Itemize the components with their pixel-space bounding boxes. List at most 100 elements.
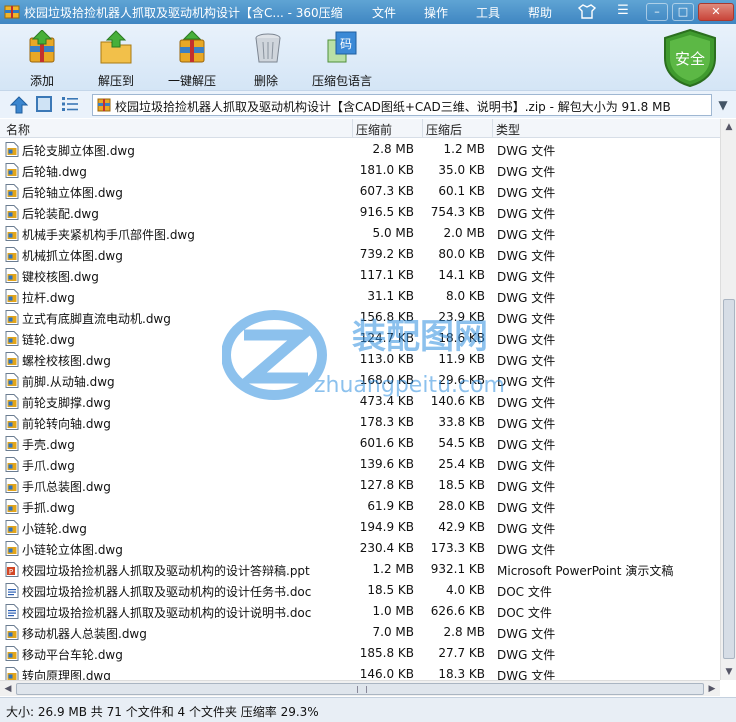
horizontal-scroll-thumb[interactable] (16, 683, 704, 695)
file-name: 键校核图.dwg (22, 270, 99, 284)
dwg-file-icon (5, 205, 19, 220)
file-type: DOC 文件 (497, 585, 552, 599)
file-size-after: 28.0 KB (438, 499, 485, 513)
file-row[interactable]: 校园垃圾拾捡机器人抓取及驱动机构的设计任务书.doc 18.5 KB 4.0 KB D… (0, 580, 720, 601)
one-key-extract-button[interactable]: 一键解压 (166, 30, 218, 89)
file-size-before: 2.8 MB (372, 142, 414, 156)
file-row[interactable]: 手壳.dwg 601.6 KB 54.5 KB DWG 文件 (0, 433, 720, 454)
file-type: DWG 文件 (497, 543, 556, 557)
column-divider[interactable] (492, 119, 493, 138)
scroll-up-icon[interactable]: ▲ (721, 119, 736, 135)
zip-icon (97, 98, 111, 112)
menu-file[interactable]: 文件 (372, 4, 396, 21)
menu-help[interactable]: 帮助 (528, 4, 552, 21)
dwg-file-icon (5, 289, 19, 304)
column-divider[interactable] (352, 119, 353, 138)
file-size-after: 11.9 KB (438, 352, 485, 366)
file-type: DWG 文件 (497, 396, 556, 410)
file-row[interactable]: 螺栓校核图.dwg 113.0 KB 11.9 KB DWG 文件 (0, 349, 720, 370)
close-button[interactable]: ✕ (698, 3, 734, 21)
file-name: 手爪总装图.dwg (22, 480, 111, 494)
file-size-after: 14.1 KB (438, 268, 485, 282)
file-row[interactable]: 手抓.dwg 61.9 KB 28.0 KB DWG 文件 (0, 496, 720, 517)
file-row[interactable]: P 校园垃圾拾捡机器人抓取及驱动机构的设计答辩稿.ppt 1.2 MB 932.1 K… (0, 559, 720, 580)
column-divider[interactable] (422, 119, 423, 138)
horizontal-scrollbar[interactable]: ◀ ▶ (0, 680, 720, 696)
doc-file-icon (5, 604, 19, 619)
file-name: 机械手夹紧机构手爪部件图.dwg (22, 228, 195, 242)
file-row[interactable]: 后轮支脚立体图.dwg 2.8 MB 1.2 MB DWG 文件 (0, 139, 720, 160)
file-name: 后轮轴.dwg (22, 165, 87, 179)
file-row[interactable]: 转向原理图.dwg 146.0 KB 18.3 KB DWG 文件 (0, 664, 720, 680)
file-size-before: 178.3 KB (359, 415, 414, 429)
file-row[interactable]: 前轮转向轴.dwg 178.3 KB 33.8 KB DWG 文件 (0, 412, 720, 433)
vertical-scrollbar[interactable]: ▲ ▼ (720, 119, 736, 680)
security-shield-icon[interactable]: 安全 (660, 28, 720, 88)
file-type: DWG 文件 (497, 144, 556, 158)
file-row[interactable]: 后轮轴立体图.dwg 607.3 KB 60.1 KB DWG 文件 (0, 181, 720, 202)
main-menu-icon[interactable]: ☰ (612, 3, 634, 21)
file-row[interactable]: 机械抓立体图.dwg 739.2 KB 80.0 KB DWG 文件 (0, 244, 720, 265)
add-archive-icon (29, 30, 55, 63)
large-icon-view-icon[interactable] (36, 96, 52, 112)
file-name: 拉杆.dwg (22, 291, 75, 305)
menu-tools[interactable]: 工具 (476, 4, 500, 21)
file-size-after: 35.0 KB (438, 163, 485, 177)
file-size-after: 932.1 KB (430, 562, 485, 576)
file-size-after: 4.0 KB (446, 583, 485, 597)
file-size-before: 7.0 MB (372, 625, 414, 639)
file-size-after: 23.9 KB (438, 310, 485, 324)
file-row[interactable]: 拉杆.dwg 31.1 KB 8.0 KB DWG 文件 (0, 286, 720, 307)
column-type[interactable]: 类型 (496, 121, 520, 138)
file-size-before: 230.4 KB (359, 541, 414, 555)
file-row[interactable]: 手爪.dwg 139.6 KB 25.4 KB DWG 文件 (0, 454, 720, 475)
file-size-before: 916.5 KB (359, 205, 414, 219)
file-row[interactable]: 机械手夹紧机构手爪部件图.dwg 5.0 MB 2.0 MB DWG 文件 (0, 223, 720, 244)
file-row[interactable]: 小链轮.dwg 194.9 KB 42.9 KB DWG 文件 (0, 517, 720, 538)
file-row[interactable]: 校园垃圾拾捡机器人抓取及驱动机构的设计说明书.doc 1.0 MB 626.6 KB… (0, 601, 720, 622)
chevron-down-icon[interactable]: ▼ (714, 96, 732, 114)
up-arrow-icon[interactable] (10, 96, 28, 114)
archive-language-button[interactable]: 码 压缩包语言 (310, 30, 374, 89)
column-size-before[interactable]: 压缩前 (356, 121, 392, 138)
file-row[interactable]: 移动机器人总装图.dwg 7.0 MB 2.8 MB DWG 文件 (0, 622, 720, 643)
scroll-down-icon[interactable]: ▼ (721, 664, 736, 680)
add-button[interactable]: 添加 (22, 30, 62, 89)
vertical-scroll-thumb[interactable] (723, 299, 735, 659)
file-type: DWG 文件 (497, 669, 556, 680)
file-row[interactable]: 后轮轴.dwg 181.0 KB 35.0 KB DWG 文件 (0, 160, 720, 181)
code-page-glyph: 码 (340, 37, 352, 51)
add-label: 添加 (29, 74, 54, 88)
file-row[interactable]: 前脚.从动轴.dwg 168.0 KB 29.6 KB DWG 文件 (0, 370, 720, 391)
scroll-right-icon[interactable]: ▶ (704, 681, 720, 697)
address-bar: 校园垃圾拾捡机器人抓取及驱动机构设计【含CAD图纸+CAD三维、说明书】.zip… (0, 90, 736, 118)
svg-text:P: P (9, 568, 13, 576)
path-field[interactable]: 校园垃圾拾捡机器人抓取及驱动机构设计【含CAD图纸+CAD三维、说明书】.zip… (92, 94, 712, 116)
file-type: DWG 文件 (497, 249, 556, 263)
menu-operations[interactable]: 操作 (424, 4, 448, 21)
file-row[interactable]: 前轮支脚撑.dwg 473.4 KB 140.6 KB DWG 文件 (0, 391, 720, 412)
dwg-file-icon (5, 226, 19, 241)
skin-shirt-icon[interactable] (576, 3, 598, 21)
title-bar: 校园垃圾拾捡机器人抓取及驱动机构设计【含C... - 360压缩 文件 操作 工… (0, 0, 736, 24)
column-size-after[interactable]: 压缩后 (426, 121, 462, 138)
file-row[interactable]: 后轮装配.dwg 916.5 KB 754.3 KB DWG 文件 (0, 202, 720, 223)
maximize-button[interactable]: □ (672, 3, 694, 21)
file-size-before: 739.2 KB (359, 247, 414, 261)
file-row[interactable]: 键校核图.dwg 117.1 KB 14.1 KB DWG 文件 (0, 265, 720, 286)
delete-button[interactable]: 删除 (250, 30, 282, 89)
file-size-after: 60.1 KB (438, 184, 485, 198)
file-row[interactable]: 小链轮立体图.dwg 230.4 KB 173.3 KB DWG 文件 (0, 538, 720, 559)
file-size-before: 185.8 KB (359, 646, 414, 660)
column-name[interactable]: 名称 (6, 121, 30, 138)
extract-to-button[interactable]: 解压到 (94, 30, 138, 89)
file-row[interactable]: 移动平台车轮.dwg 185.8 KB 27.7 KB DWG 文件 (0, 643, 720, 664)
file-row[interactable]: 立式有底脚直流电动机.dwg 156.8 KB 23.9 KB DWG 文件 (0, 307, 720, 328)
file-type: DOC 文件 (497, 606, 552, 620)
minimize-button[interactable]: – (646, 3, 668, 21)
list-view-icon[interactable] (62, 96, 78, 112)
file-size-after: 2.0 MB (443, 226, 485, 240)
file-row[interactable]: 链轮.dwg 124.7 KB 18.6 KB DWG 文件 (0, 328, 720, 349)
scroll-left-icon[interactable]: ◀ (0, 681, 16, 697)
file-row[interactable]: 手爪总装图.dwg 127.8 KB 18.5 KB DWG 文件 (0, 475, 720, 496)
